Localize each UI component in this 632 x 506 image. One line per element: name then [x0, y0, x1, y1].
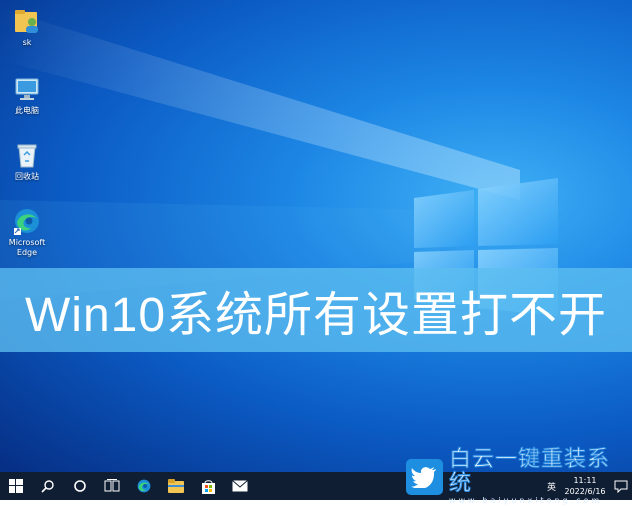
windows-logo: [414, 178, 558, 316]
watermark-logo: [406, 459, 443, 495]
desktop-icon-recycle-bin[interactable]: 回收站: [0, 140, 54, 182]
start-button[interactable]: [0, 472, 32, 500]
desktop-icon-this-pc[interactable]: 此电脑: [0, 74, 54, 116]
store-icon: [201, 479, 215, 494]
this-pc-icon: [15, 78, 39, 100]
title-banner: Win10系统所有设置打不开: [0, 268, 632, 352]
store-button[interactable]: [192, 472, 224, 500]
desktop-icon-label: 回收站: [15, 172, 39, 181]
watermark-url: www.baiyunxitong.com: [448, 496, 603, 505]
desktop-icon-label: sk: [22, 38, 32, 47]
desktop-icon-label: 此电脑: [15, 106, 39, 115]
watermark: 白云一键重装系统 www.baiyunxitong.com: [406, 447, 628, 505]
task-view-button[interactable]: [96, 472, 128, 500]
banner-title: Win10系统所有设置打不开: [24, 289, 608, 342]
task-view-icon: [104, 479, 120, 492]
watermark-text: 白云一键重装系统 www.baiyunxitong.com: [448, 447, 628, 506]
user-folder-icon: [15, 10, 38, 33]
start-icon: [9, 479, 23, 493]
mail-button[interactable]: [224, 472, 256, 500]
desktop: sk 此电脑 回收站 Microsoft Edge Win10系统所有设置打不开: [0, 0, 632, 472]
bird-icon: [411, 467, 437, 488]
edge-icon: [14, 209, 39, 235]
desktop-icon-edge[interactable]: Microsoft Edge: [0, 206, 54, 258]
edge-icon: [137, 479, 151, 493]
mail-icon: [232, 480, 248, 492]
cortana-icon: [74, 480, 86, 492]
desktop-icon-label: Microsoft Edge: [8, 238, 46, 257]
taskbar-edge-button[interactable]: [128, 472, 160, 500]
recycle-bin-icon: [17, 144, 37, 168]
search-button[interactable]: [32, 472, 64, 500]
desktop-icon-user[interactable]: sk: [0, 6, 54, 48]
search-icon: [41, 480, 54, 493]
file-explorer-button[interactable]: [160, 472, 192, 500]
light-beam: [0, 8, 520, 300]
cortana-button[interactable]: [64, 472, 96, 500]
watermark-name: 白云一键重装系统: [448, 447, 610, 496]
file-explorer-icon: [168, 479, 184, 493]
